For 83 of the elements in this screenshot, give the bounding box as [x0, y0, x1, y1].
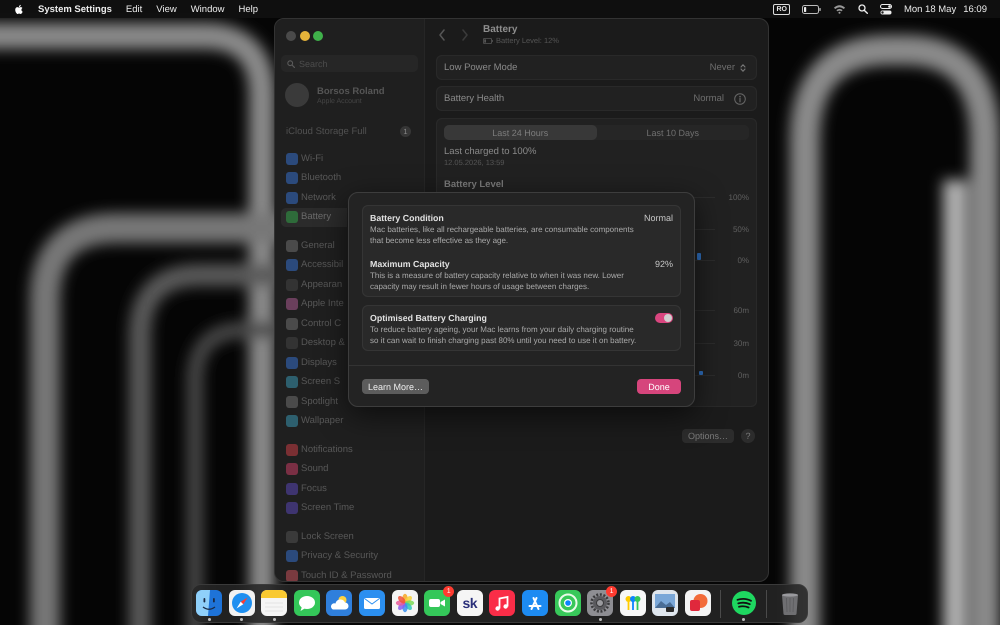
overlapping-shapes-icon[interactable] — [684, 590, 711, 616]
menu-item[interactable]: Edit — [126, 4, 142, 14]
search-icon[interactable] — [858, 4, 868, 14]
battery-level-bar — [697, 253, 701, 260]
battery-icon — [483, 38, 493, 44]
search-icon — [287, 60, 295, 68]
video-camera-icon[interactable] — [424, 590, 450, 616]
flower-icon[interactable] — [392, 590, 418, 616]
chevron-updown-icon[interactable] — [740, 62, 746, 72]
speech-bubble-icon[interactable] — [294, 590, 320, 616]
axis-label: 30m — [733, 338, 749, 348]
sidebar-item[interactable]: Displays — [281, 353, 347, 372]
item-description: To reduce battery ageing, your Mac learns from your daily charging routine so it can wait to finish charging past 80% until you need to use it on battery. — [370, 325, 638, 346]
item-description: Mac batteries, like all rechargeable batteries, are consumable components that become less effective as they age. — [370, 225, 635, 246]
sidebar-item[interactable]: Screen Time — [281, 498, 356, 518]
sidebar-item[interactable]: Touch ID & Password — [281, 566, 393, 581]
sidebar-item[interactable]: Accessibil — [281, 256, 347, 275]
last-charged-text: Last charged to 100% — [444, 146, 538, 158]
sidebar-item[interactable]: Privacy & Security — [281, 546, 380, 566]
sidebar-item[interactable]: Battery — [281, 208, 347, 227]
menu-item[interactable]: Window — [190, 4, 225, 14]
help-button[interactable]: ? — [741, 429, 755, 443]
apple-logo-icon[interactable] — [14, 4, 23, 14]
gear-icon[interactable] — [587, 590, 614, 616]
wifi-icon[interactable] — [832, 4, 846, 14]
sidebar-item[interactable]: Wallpaper — [281, 412, 347, 431]
control-centre-icon[interactable] — [880, 4, 892, 14]
sidebar-item[interactable]: Wi-Fi — [281, 149, 347, 168]
zoom-button[interactable] — [313, 30, 323, 40]
sidebar-item[interactable]: Bluetooth — [281, 168, 347, 188]
sidebar-item[interactable]: Notifications — [281, 440, 354, 460]
app-menu[interactable]: System Settings — [38, 4, 112, 14]
item-value: Normal — [644, 213, 673, 223]
sidebar-item[interactable]: Spotlight — [281, 392, 347, 412]
axis-label: 100% — [728, 193, 749, 202]
menu-bar-time[interactable]: 16:09 — [963, 4, 987, 14]
cloud-sun-icon[interactable] — [326, 590, 352, 616]
radar-icon[interactable] — [554, 590, 581, 616]
sidebar-item[interactable]: General — [281, 236, 347, 256]
item-description: This is a measure of battery capacity relative to when it was new. Lower capacity may result in fewer hours of usage between charges. — [370, 271, 625, 292]
done-button[interactable]: Done — [637, 379, 681, 394]
info-icon[interactable] — [734, 92, 746, 104]
menu-item[interactable]: View — [156, 4, 177, 14]
smiling-face-icon[interactable] — [196, 590, 222, 616]
letter-a-icon[interactable] — [522, 590, 548, 616]
sidebar-item[interactable]: Network — [281, 188, 347, 208]
compass-icon[interactable] — [228, 590, 255, 616]
axis-label: 60m — [733, 306, 749, 315]
period-tab[interactable]: Last 24 Hours — [444, 125, 596, 140]
menu-item[interactable]: Help — [238, 4, 258, 14]
key-icon[interactable] — [620, 590, 646, 616]
item-title: Maximum Capacity — [370, 259, 450, 269]
sidebar-item[interactable]: Sound — [281, 460, 347, 479]
chart-title: Battery Level — [444, 179, 505, 191]
page-title: Battery — [483, 24, 518, 35]
sidebar-item[interactable]: Lock Screen — [281, 527, 355, 546]
period-tab[interactable]: Last 10 Days — [596, 125, 749, 140]
setting-label: Battery Health — [444, 93, 504, 104]
learn-more-button[interactable]: Learn More… — [362, 379, 430, 394]
minimize-button[interactable] — [300, 30, 310, 40]
options-button[interactable]: Options… — [682, 429, 734, 443]
notepad-icon[interactable] — [261, 590, 288, 616]
axis-label: 0m — [738, 371, 749, 380]
photo-frame-icon[interactable] — [652, 590, 678, 616]
setting-label: Low Power Mode — [444, 62, 518, 73]
sound-waves-icon[interactable] — [730, 590, 757, 616]
sidebar-item[interactable]: Focus — [281, 479, 347, 498]
toggle-switch[interactable] — [655, 313, 673, 323]
app-logo[interactable]: sk — [456, 590, 483, 616]
usage-bar — [699, 371, 703, 375]
item-title: Optimised Battery Charging — [370, 313, 487, 323]
sidebar-item[interactable]: Appearan — [281, 275, 347, 294]
axis-label: 0% — [737, 256, 749, 265]
envelope-icon[interactable] — [358, 590, 385, 616]
item-title: Battery Condition — [370, 213, 444, 223]
music-note-icon[interactable] — [489, 590, 516, 616]
menu-bar-date[interactable]: Mon 18 May — [904, 4, 956, 14]
sidebar-item[interactable]: Desktop & — [281, 334, 347, 353]
item-value: 92% — [654, 259, 673, 269]
battery-icon[interactable] — [802, 4, 821, 14]
setting-value: Normal — [693, 93, 724, 104]
setting-value[interactable]: Never — [710, 62, 735, 73]
axis-label: 50% — [732, 224, 749, 234]
